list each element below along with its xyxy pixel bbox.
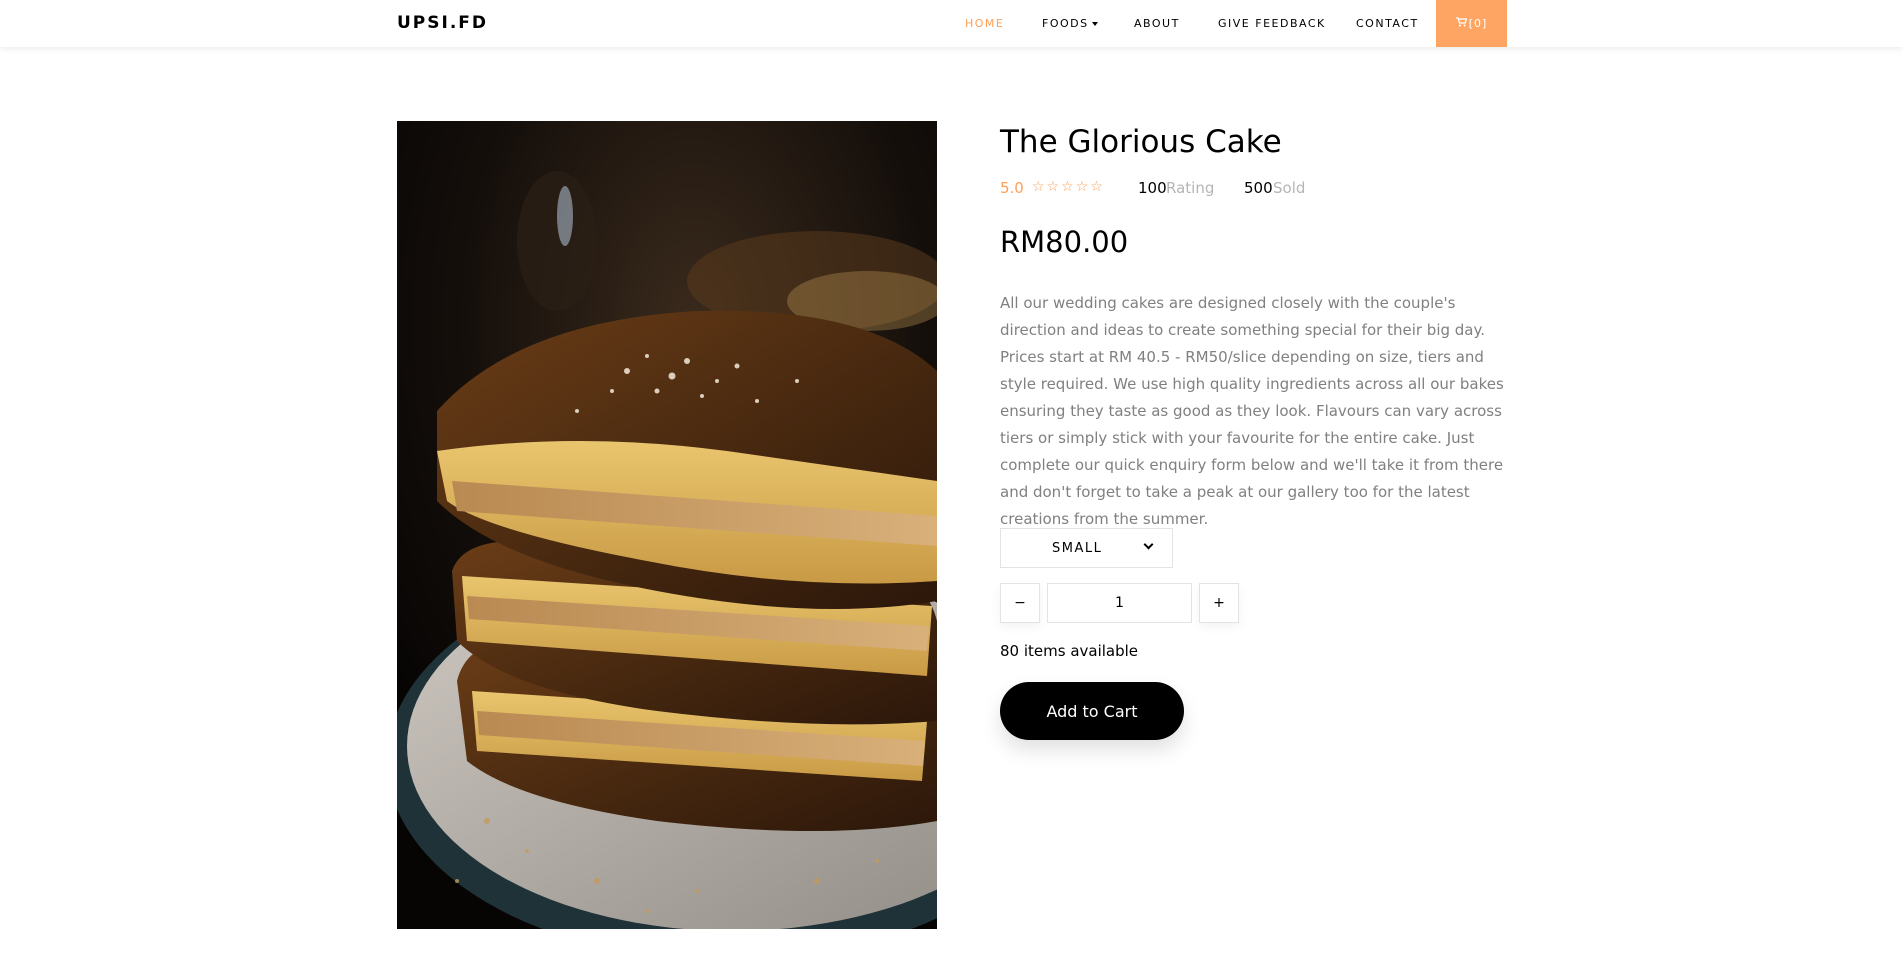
star-rating-icon: ☆☆☆☆☆ <box>1032 179 1105 195</box>
caret-down-icon <box>1091 22 1098 26</box>
rating-count: 100 <box>1138 179 1167 197</box>
quantity-decrease-button[interactable]: − <box>1000 583 1040 623</box>
chevron-down-icon <box>1143 539 1154 550</box>
add-to-cart-button[interactable]: Add to Cart <box>1000 682 1184 740</box>
nav-item-home[interactable]: HOME <box>965 17 1004 30</box>
rating-value: 5.0 <box>1000 179 1024 197</box>
quantity-increase-button[interactable]: + <box>1199 583 1239 623</box>
cart-button[interactable]: [0] <box>1436 0 1507 47</box>
size-selected-value: SMALL <box>1052 541 1103 556</box>
nav-item-contact[interactable]: CONTACT <box>1356 17 1419 30</box>
rating-row: 5.0 ☆☆☆☆☆ 100 Rating 500 Sold <box>1000 179 1507 199</box>
nav-item-foods-label: FOODS <box>1042 17 1089 30</box>
product-photo <box>397 121 937 929</box>
cart-count: [0] <box>1468 17 1488 30</box>
quantity-input[interactable] <box>1047 583 1192 623</box>
cart-icon <box>1455 17 1468 30</box>
top-navbar: UPSI.FD HOME FOODS ABOUT GIVE FEEDBACK C… <box>0 0 1903 47</box>
sold-label: Sold <box>1273 179 1306 197</box>
sold-count: 500 <box>1244 179 1273 197</box>
rating-label: Rating <box>1166 179 1215 197</box>
availability-text: 80 items available <box>1000 642 1139 660</box>
product-image <box>397 121 937 929</box>
nav-item-foods[interactable]: FOODS <box>1042 17 1098 30</box>
product-price: RM80.00 <box>1000 225 1129 259</box>
nav-item-give-feedback[interactable]: GIVE FEEDBACK <box>1218 17 1326 30</box>
product-description: All our wedding cakes are designed close… <box>1000 294 1504 528</box>
nav-item-about[interactable]: ABOUT <box>1134 17 1180 30</box>
size-select[interactable]: SMALL <box>1000 528 1173 568</box>
nav-menu: HOME FOODS ABOUT GIVE FEEDBACK CONTACT <box>0 0 1903 47</box>
product-title: The Glorious Cake <box>1000 124 1282 160</box>
